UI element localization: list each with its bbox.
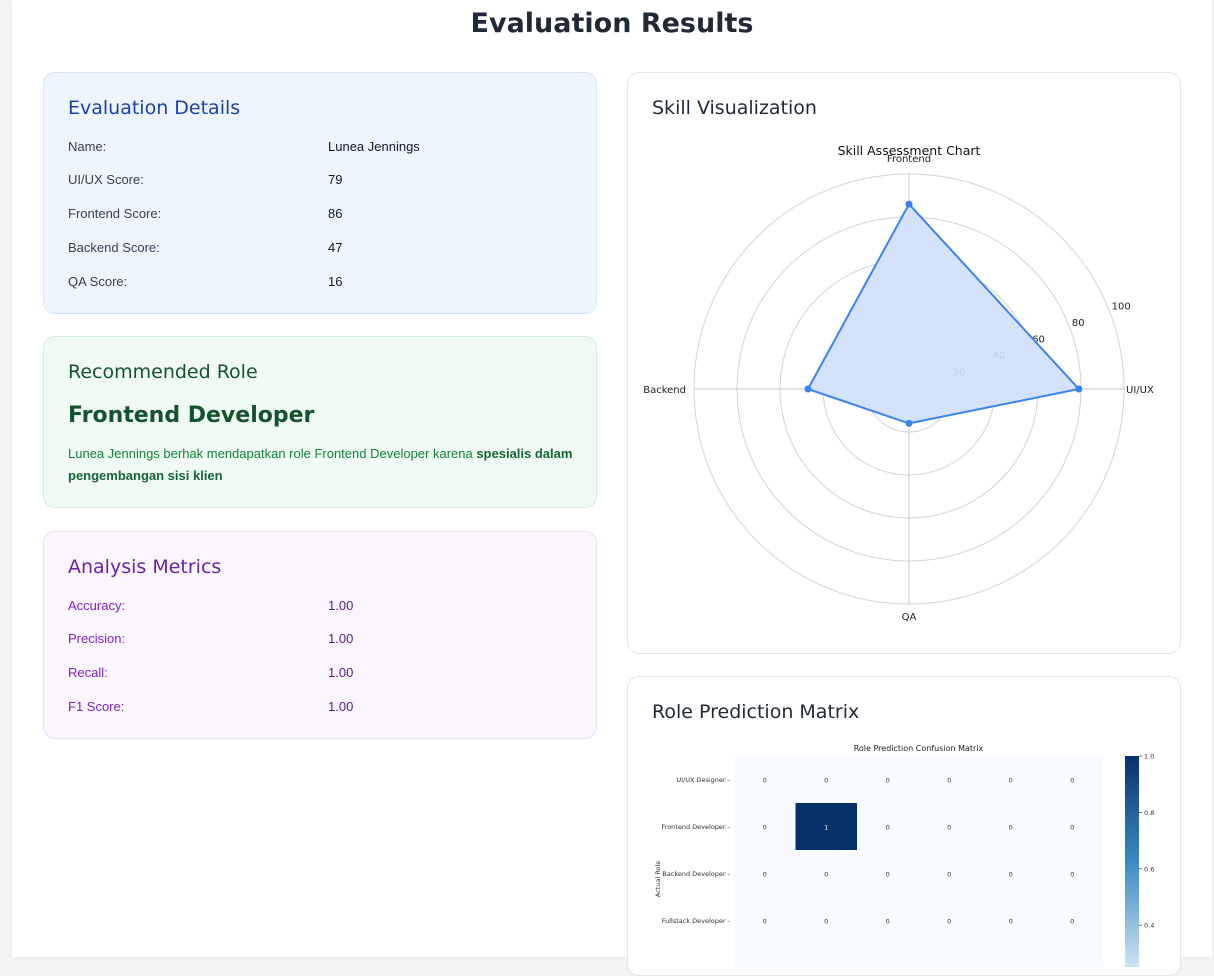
recommended-role-card: Recommended Role Frontend Developer Lune… — [43, 336, 597, 508]
confusion-matrix-chart: Role Prediction Confusion Matrix 0 0 0 0 0 0 UI… — [654, 744, 1154, 967]
heatmap-cell-label: 0 — [886, 824, 890, 832]
radar-axis-label: Frontend — [887, 154, 931, 165]
heatmap-cell-label: 0 — [763, 871, 767, 879]
radar-point — [804, 385, 812, 393]
heatmap-row-label: Fullstack Developer - — [662, 917, 731, 925]
skill-visualization-title: Skill Visualization — [652, 97, 817, 119]
detail-label: QA Score: — [68, 274, 128, 289]
role-prediction-matrix-card: Role Prediction Matrix Role Prediction C… — [627, 676, 1181, 976]
analysis-metrics-card: Analysis Metrics Accuracy: 1.00 Precisio… — [43, 531, 597, 739]
recommended-role-title: Recommended Role — [68, 361, 258, 383]
detail-value: 47 — [328, 240, 343, 255]
evaluation-details-title: Evaluation Details — [68, 97, 241, 119]
colorbar-tick-label: 0.8 — [1144, 809, 1154, 817]
heatmap-cell-label: 0 — [1009, 871, 1013, 879]
role-description-text: Lunea Jennings berhak mendapatkan role F… — [68, 446, 477, 461]
detail-label: Name: — [68, 139, 107, 154]
heatmap-cell-label: 0 — [1070, 871, 1074, 879]
detail-value: Lunea Jennings — [328, 139, 420, 154]
heatmap-cell-label: 0 — [1070, 777, 1074, 785]
heatmap-colorbar — [1125, 756, 1139, 967]
detail-label: Frontend Score: — [68, 206, 162, 221]
radar-tick-label: 100 — [1112, 302, 1131, 313]
heatmap-cell-label: 1 — [824, 824, 828, 832]
heatmap-cell-label: 0 — [824, 871, 828, 879]
detail-value: 16 — [328, 274, 343, 289]
recommended-role-description: Lunea Jennings berhak mendapatkan role F… — [68, 443, 578, 487]
heatmap-cell-label: 0 — [763, 777, 767, 785]
metric-value: 1.00 — [328, 598, 354, 613]
page: Evaluation Results Evaluation Details Na… — [12, 0, 1212, 976]
detail-value: 86 — [328, 206, 343, 221]
radar-axis-label: UI/UX — [1126, 385, 1154, 396]
page-title: Evaluation Results — [470, 8, 754, 39]
radar-tick-label: 80 — [1072, 318, 1085, 329]
colorbar-tick-label: 0.4 — [1144, 922, 1154, 930]
heatmap-cell-label: 0 — [1009, 777, 1013, 785]
metric-value: 1.00 — [328, 699, 354, 714]
heatmap-cell-label: 0 — [886, 871, 890, 879]
detail-label: UI/UX Score: — [68, 172, 144, 187]
heatmap-cell-label: 0 — [1070, 824, 1074, 832]
recommended-role-name: Frontend Developer — [68, 403, 315, 428]
heatmap-cell-label: 0 — [763, 824, 767, 832]
role-prediction-matrix-title: Role Prediction Matrix — [652, 701, 860, 723]
heatmap-cell-label: 0 — [947, 777, 951, 785]
heatmap-cell-label: 0 — [886, 777, 890, 785]
radar-point — [905, 200, 913, 208]
radar-series-area — [806, 202, 1081, 425]
heatmap-cell-label: 0 — [947, 824, 951, 832]
heatmap-ylabel: Actual Role — [654, 861, 662, 897]
metric-label: Accuracy: — [68, 598, 126, 613]
metric-value: 1.00 — [328, 631, 354, 646]
metric-label: Recall: — [68, 665, 108, 680]
heatmap-cell-label: 0 — [1009, 918, 1013, 926]
heatmap-cell-label: 0 — [947, 918, 951, 926]
detail-value: 79 — [328, 172, 343, 187]
metric-value: 1.00 — [328, 665, 354, 680]
heatmap-cell-label: 0 — [1009, 824, 1013, 832]
radar-point — [1075, 385, 1083, 393]
metric-label: F1 Score: — [68, 699, 125, 714]
heatmap-row-label: Frontend Developer - — [661, 823, 730, 831]
evaluation-details-card: Evaluation Details Name: Lunea Jennings … — [43, 72, 597, 314]
detail-label: Backend Score: — [68, 240, 160, 255]
heatmap-cell-label: 0 — [886, 918, 890, 926]
heatmap-title: Role Prediction Confusion Matrix — [854, 744, 984, 753]
heatmap-cell-label: 0 — [1070, 918, 1074, 926]
metric-label: Precision: — [68, 631, 126, 646]
heatmap-row-label: Backend Developer - — [662, 870, 730, 878]
heatmap-cell-label: 0 — [824, 777, 828, 785]
analysis-metrics-title: Analysis Metrics — [68, 556, 222, 578]
colorbar-tick-label: 0.6 — [1144, 865, 1154, 873]
heatmap-row-label: UI/UX Designer - — [676, 776, 730, 784]
radar-axis-label: Backend — [643, 385, 686, 396]
radar-axis-label: QA — [902, 612, 917, 623]
radar-point — [905, 419, 913, 427]
skill-radar-chart: Skill Assessment Chart20406080100UI/UXFr… — [643, 143, 1154, 623]
heatmap-cell-label: 0 — [824, 918, 828, 926]
heatmap-cell-label: 0 — [763, 918, 767, 926]
colorbar-tick-label: 1.0 — [1144, 753, 1154, 761]
skill-visualization-card: Skill Visualization Skill Assessment Cha… — [627, 72, 1181, 654]
heatmap-cell-label: 0 — [947, 871, 951, 879]
